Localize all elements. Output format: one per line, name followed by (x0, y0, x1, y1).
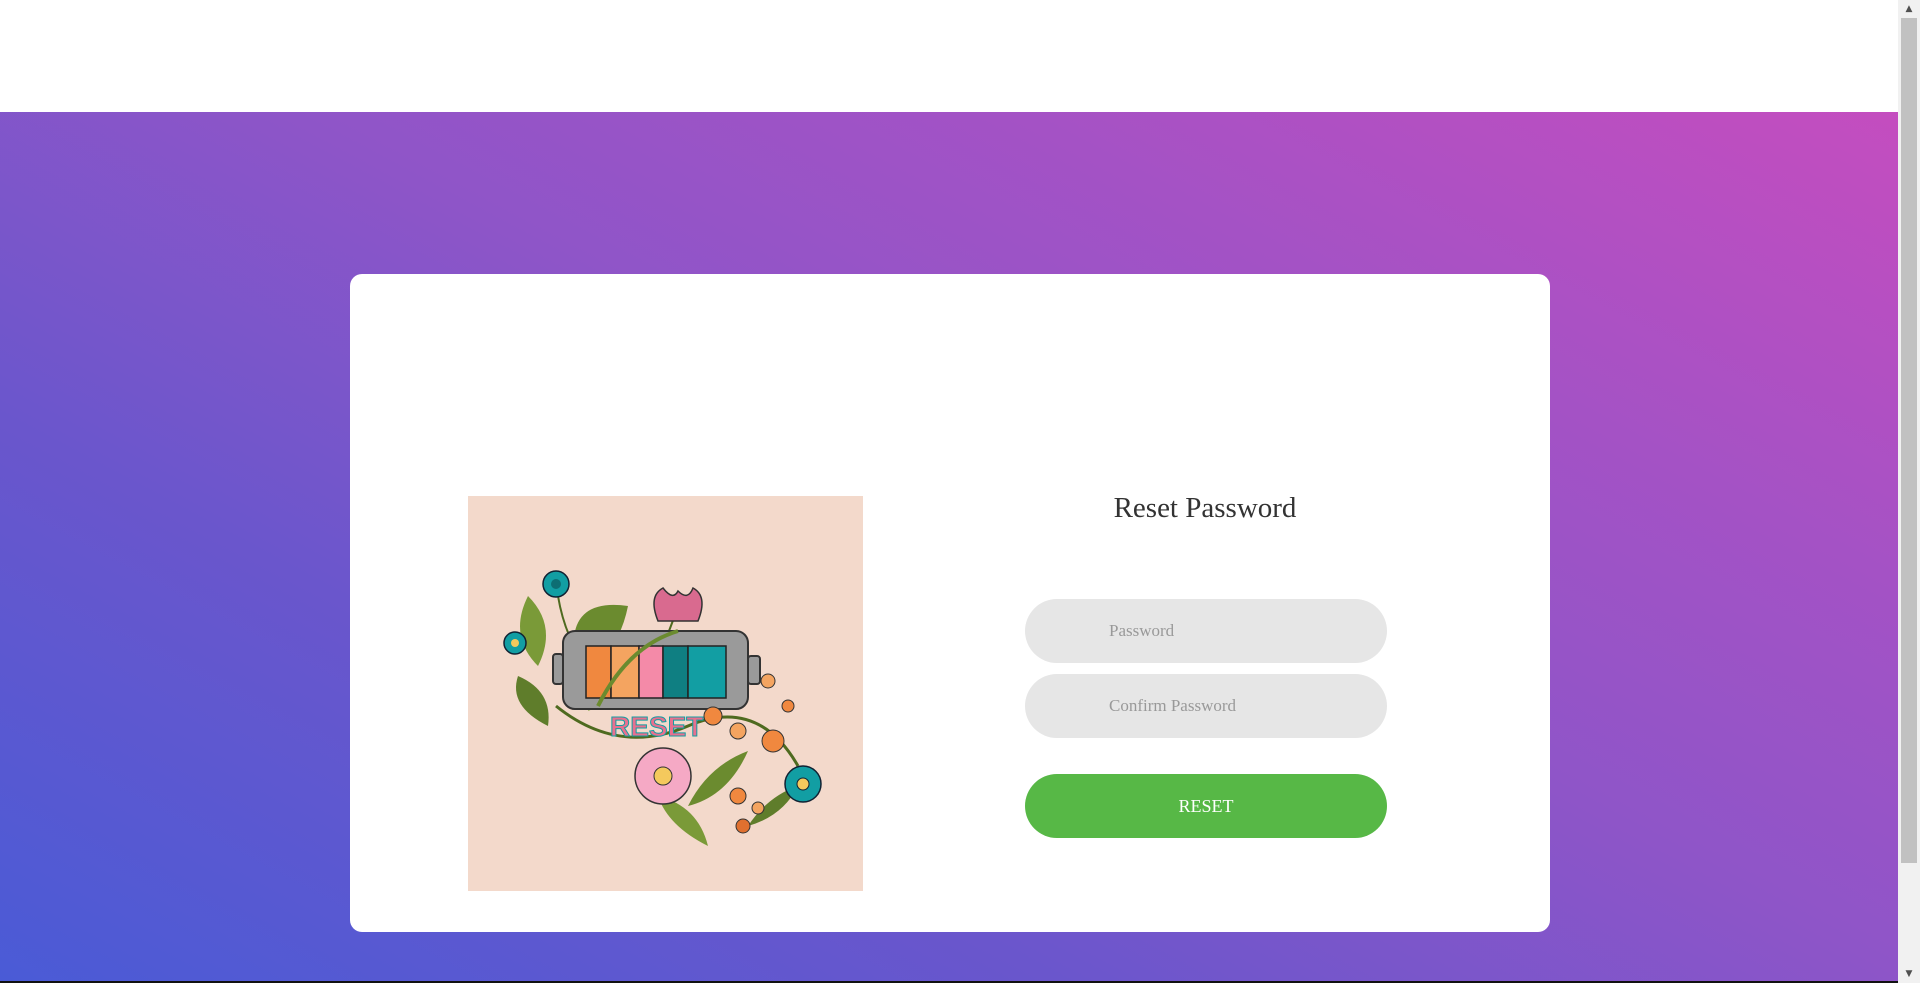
vertical-scrollbar[interactable]: ▲ ▼ (1898, 0, 1920, 983)
password-input[interactable] (1025, 599, 1387, 663)
top-header-bar (0, 0, 1898, 112)
page-title: Reset Password (1113, 492, 1297, 524)
svg-text:RESET: RESET (610, 711, 703, 742)
reset-illustration: RESET (468, 496, 863, 891)
scroll-up-arrow-icon[interactable]: ▲ (1898, 0, 1920, 18)
reset-button[interactable]: RESET (1025, 774, 1387, 838)
confirm-password-input[interactable] (1025, 674, 1387, 738)
scroll-down-arrow-icon[interactable]: ▼ (1898, 965, 1920, 983)
battery-flowers-illustration: RESET (503, 570, 822, 846)
scrollbar-thumb[interactable] (1901, 18, 1917, 863)
